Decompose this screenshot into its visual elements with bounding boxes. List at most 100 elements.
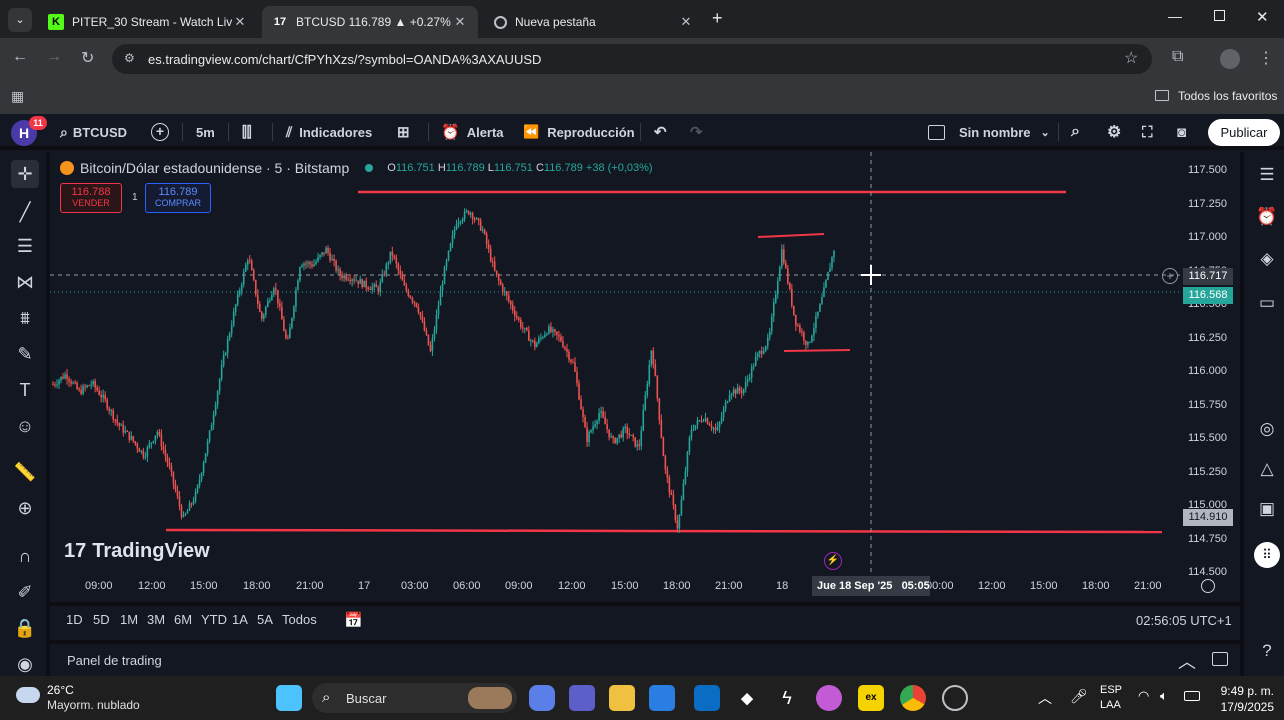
compare-add-button[interactable]: + (151, 122, 169, 142)
range-6m[interactable]: 6M (174, 612, 201, 627)
more-apps-icon[interactable]: ⠿ (1254, 542, 1280, 568)
weather-temp[interactable]: 26°C (47, 683, 74, 697)
language-indicator[interactable]: ESP (1100, 684, 1122, 696)
publish-button[interactable]: Publicar (1208, 119, 1280, 146)
crosshair-icon[interactable]: ✛ (11, 160, 39, 188)
store-icon[interactable] (649, 685, 675, 711)
lock-icon[interactable]: 🔒 (11, 614, 39, 642)
fullscreen-button[interactable]: ⛶ (1142, 122, 1153, 142)
calendar-icon[interactable]: ▣ (1254, 496, 1280, 522)
quick-search-button[interactable]: ⌕ (1071, 122, 1080, 142)
extensions-icon[interactable]: ⧉ (1172, 48, 1183, 66)
microphone-icon[interactable]: 🎤︎ (1070, 688, 1088, 705)
lock-drawing-icon[interactable]: ✐ (11, 578, 39, 606)
maximize-panel-icon[interactable] (1212, 652, 1228, 666)
mail-icon[interactable] (694, 685, 720, 711)
templates-button[interactable]: ⊞ (397, 122, 410, 142)
time-axis-settings-icon[interactable] (1201, 579, 1215, 593)
wifi-icon[interactable]: ◠ (1138, 688, 1149, 704)
range-todos[interactable]: Todos (282, 612, 322, 627)
maximize-button[interactable] (1214, 10, 1225, 21)
profile-avatar[interactable] (1220, 49, 1240, 69)
alert-button[interactable]: ⏰ Alerta (441, 122, 504, 142)
taskbar-search[interactable]: ⌕ Buscar (312, 683, 517, 713)
help-icon[interactable]: ? (1254, 638, 1280, 664)
range-5d[interactable]: 5D (93, 612, 120, 627)
forward-icon[interactable]: → (46, 48, 62, 66)
layers-icon[interactable]: ◈ (1254, 246, 1280, 272)
chrome-taskbar-icon[interactable] (900, 685, 926, 711)
apps-grid-icon[interactable]: ▦ (11, 88, 24, 105)
bookmark-star-icon[interactable]: ☆ (1124, 48, 1138, 68)
text-tool-icon[interactable]: T (11, 376, 39, 404)
back-icon[interactable]: ← (12, 48, 28, 66)
chart-area[interactable]: Bitcoin/Dólar estadounidense · 5 · Bitst… (50, 152, 1240, 598)
browser-menu-icon[interactable]: ⋮ (1258, 48, 1274, 68)
magnet-icon[interactable]: ∩ (11, 542, 39, 570)
volume-icon[interactable]: 🔈︎ (1160, 688, 1168, 704)
replay-button[interactable]: ⏪ Reproducción (523, 122, 635, 142)
sell-button[interactable]: 116.788 VENDER (60, 183, 122, 213)
range-1a[interactable]: 1A (232, 612, 257, 627)
new-tab-button[interactable]: + (712, 8, 723, 29)
undo-button[interactable]: ↶ (654, 122, 667, 142)
target-icon[interactable]: ◎ (1254, 416, 1280, 442)
forecast-tool-icon[interactable]: ⩩ (11, 304, 39, 332)
ruler-icon[interactable]: 📏 (11, 458, 39, 486)
copilot-icon[interactable] (529, 685, 555, 711)
tab-new[interactable]: Nueva pestaña ✕ (484, 6, 704, 38)
taskbar-date[interactable]: 17/9/2025 (1214, 700, 1274, 714)
teams-icon[interactable] (569, 685, 595, 711)
chart-type-button[interactable]: ⫿⫿ (242, 122, 252, 142)
watchlist-icon[interactable]: ☰ (1254, 162, 1280, 188)
bolt-app-icon[interactable]: ϟ (774, 685, 800, 711)
start-button[interactable] (276, 685, 302, 711)
utc-clock[interactable]: 02:56:05 UTC+1 (1136, 613, 1232, 628)
redo-button[interactable]: ↷ (690, 122, 703, 142)
close-window-button[interactable]: ✕ (1256, 8, 1269, 26)
file-explorer-icon[interactable] (609, 685, 635, 711)
emoji-icon[interactable]: ☺ (11, 412, 39, 440)
close-tab-icon[interactable]: ✕ (232, 14, 248, 30)
lightning-icon[interactable]: ⚡ (824, 552, 842, 570)
trading-panel-label[interactable]: Panel de trading (67, 653, 162, 668)
site-info-icon[interactable]: ⚙ (124, 51, 135, 65)
url-field[interactable]: ⚙ es.tradingview.com/chart/CfPYhXzs/?sym… (112, 44, 1152, 74)
close-tab-icon[interactable]: ✕ (678, 14, 694, 30)
fib-tool-icon[interactable]: ☰ (11, 232, 39, 260)
price-chart[interactable] (50, 152, 1240, 598)
tab-search-button[interactable]: ⌄ (8, 8, 32, 32)
dropbox-icon[interactable]: ⬥ (734, 685, 760, 711)
zoom-in-icon[interactable]: ⊕ (11, 494, 39, 522)
range-3m[interactable]: 3M (147, 612, 174, 627)
tab-kick[interactable]: K PITER_30 Stream - Watch Live o ✕ (38, 6, 258, 38)
pattern-tool-icon[interactable]: ⋈ (11, 268, 39, 296)
chrome-beta-icon[interactable] (942, 685, 968, 711)
range-5a[interactable]: 5A (257, 612, 282, 627)
range-1d[interactable]: 1D (66, 612, 93, 627)
add-alert-icon[interactable]: + (1162, 268, 1178, 284)
goto-date-icon[interactable]: 📅 (344, 611, 363, 629)
layout-name-button[interactable]: Sin nombre ⌄ (928, 122, 1050, 142)
tab-btcusd[interactable]: 17 BTCUSD 116.789 ▲ +0.27% Sin ✕ (262, 6, 478, 38)
snapshot-button[interactable]: ◙ (1177, 122, 1186, 142)
chevron-up-icon[interactable]: ︿ (1178, 648, 1196, 674)
ideas-icon[interactable]: △ (1254, 456, 1280, 482)
brush-icon[interactable]: ✎ (11, 340, 39, 368)
time-axis[interactable]: 09:00 12:00 15:00 18:00 21:00 17 03:00 06:00 09:… (50, 576, 1180, 598)
all-bookmarks-link[interactable]: Todos los favoritos (1178, 89, 1277, 103)
buy-button[interactable]: 116.789 COMPRAR (145, 183, 211, 213)
interval-button[interactable]: 5m (196, 122, 215, 142)
minimize-button[interactable]: — (1168, 8, 1182, 24)
weather-icon[interactable] (16, 687, 40, 703)
indicators-button[interactable]: ⫽ Indicadores (286, 122, 372, 142)
reload-icon[interactable]: ↻ (81, 48, 94, 68)
eye-icon[interactable]: ◉ (11, 650, 39, 678)
tray-overflow-icon[interactable]: ︿ (1038, 688, 1052, 708)
weather-desc[interactable]: Mayorm. nublado (47, 698, 140, 712)
close-tab-icon[interactable]: ✕ (452, 14, 468, 30)
battery-icon[interactable] (1184, 691, 1200, 701)
ball-app-icon[interactable] (816, 685, 842, 711)
exness-icon[interactable]: ex (858, 685, 884, 711)
taskbar-time[interactable]: 9:49 p. m. (1214, 684, 1274, 698)
